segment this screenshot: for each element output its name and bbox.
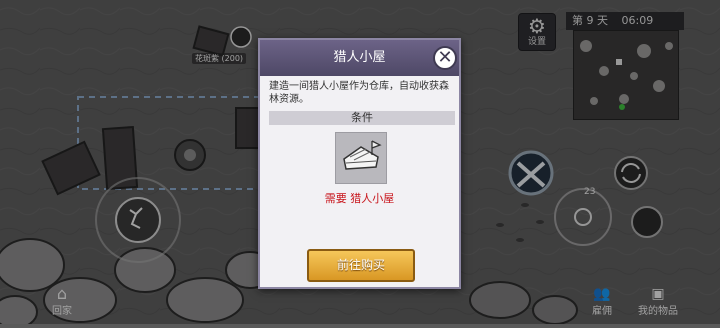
condition-header: 条件 (269, 111, 455, 125)
close-icon[interactable]: ✕ (433, 46, 457, 70)
cabin-icon-art (343, 140, 382, 170)
requirement-text: 需要 猎人小屋 (324, 192, 395, 205)
dialog-description: 建造一间猎人小屋作为仓库，自动收获森林资源。 (269, 81, 449, 105)
dialog-title: 猎人小屋 (260, 40, 459, 76)
go-buy-button[interactable]: 前往购买 (307, 249, 415, 282)
cabin-icon (335, 132, 387, 184)
hunter-cabin-dialog: 猎人小屋 ✕ 建造一间猎人小屋作为仓库，自动收获森林资源。 条件 需要 猎人小屋… (258, 38, 461, 289)
